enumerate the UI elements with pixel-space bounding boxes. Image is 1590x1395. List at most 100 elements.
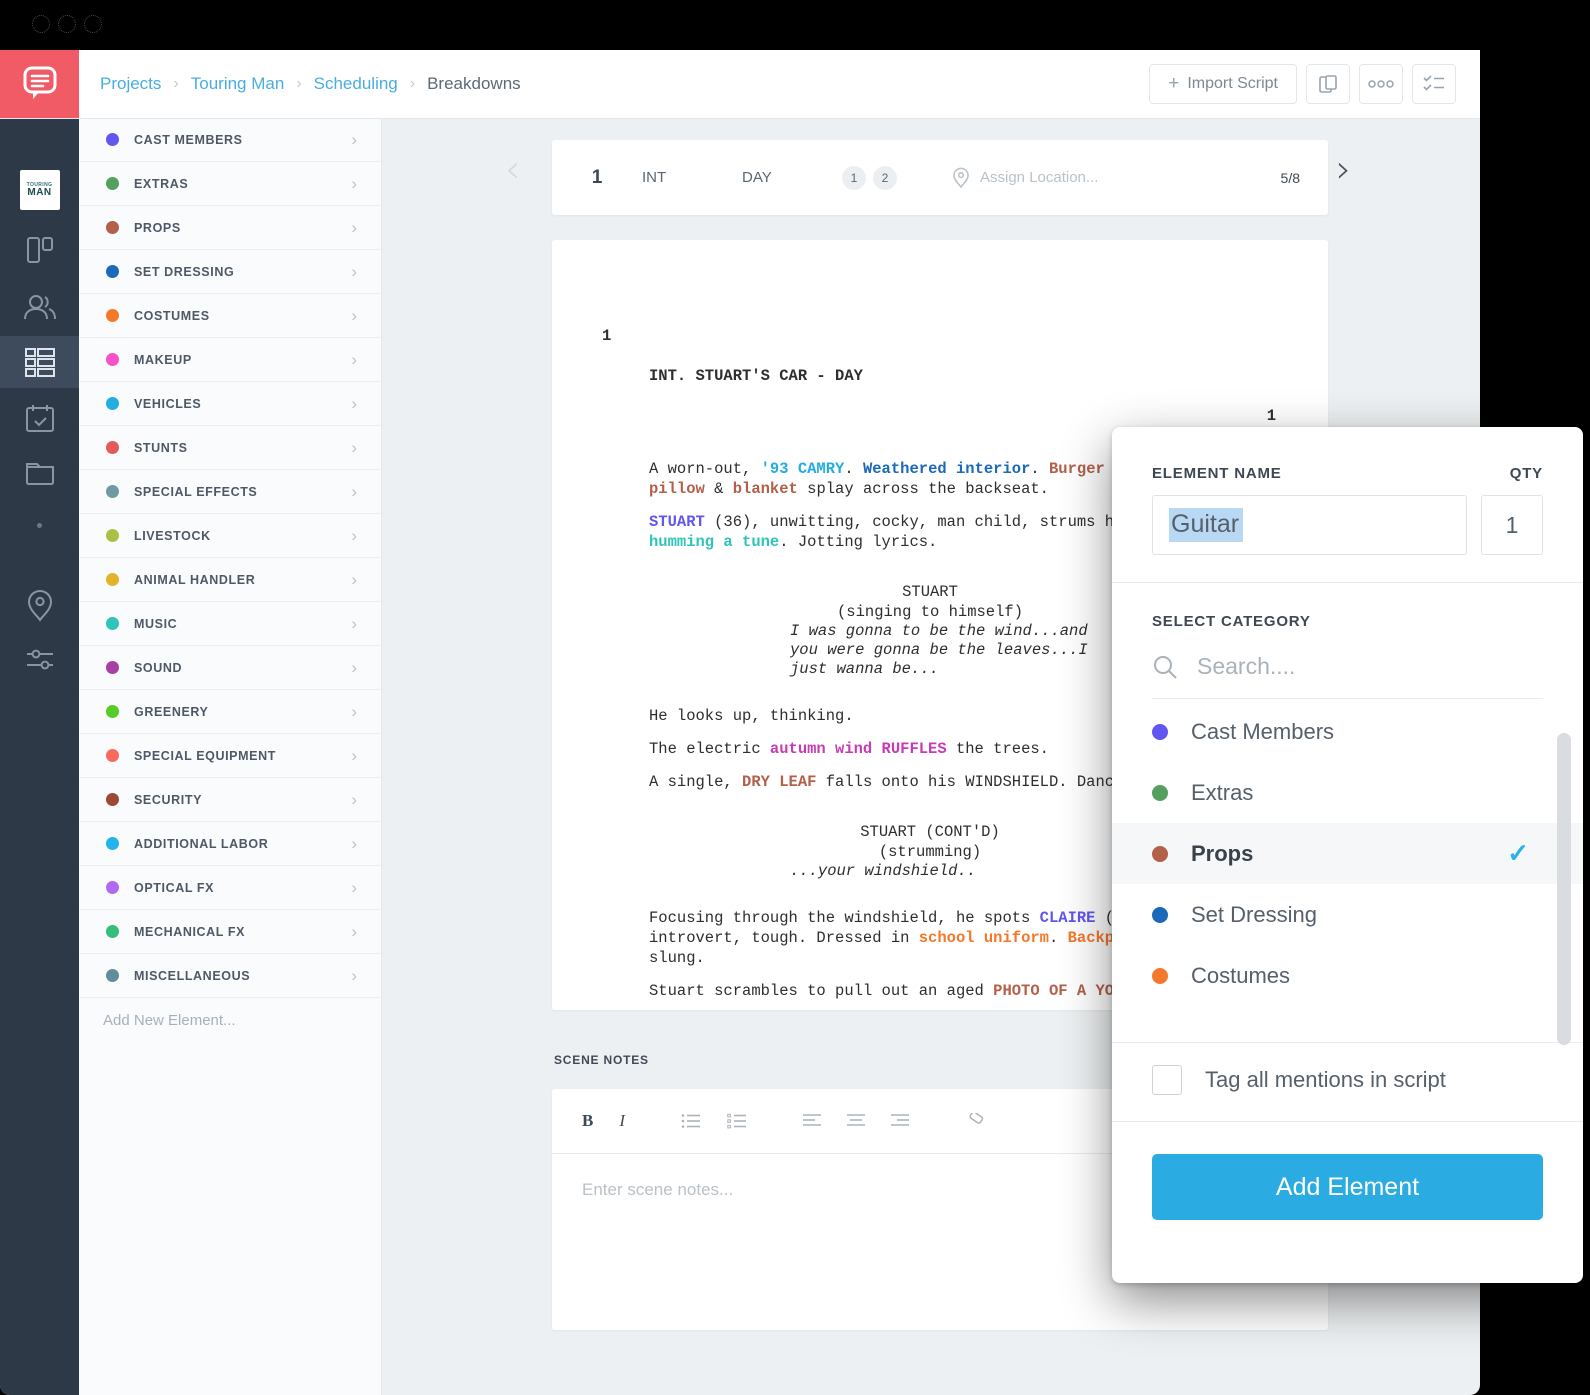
category-row[interactable]: SPECIAL EFFECTS›	[79, 470, 381, 514]
add-new-element-input[interactable]: Add New Element...	[79, 998, 381, 1029]
qty-input[interactable]: 1	[1481, 495, 1543, 555]
checklist-view-button[interactable]	[1412, 64, 1456, 104]
window-minimize-button[interactable]	[58, 15, 76, 33]
window-zoom-button[interactable]	[84, 15, 102, 33]
scene-time-of-day[interactable]: DAY	[742, 169, 842, 186]
category-row[interactable]: MECHANICAL FX›	[79, 910, 381, 954]
category-row[interactable]: VEHICLES›	[79, 382, 381, 426]
scene-page-badges: 12	[842, 166, 952, 190]
category-row[interactable]: MISCELLANEOUS›	[79, 954, 381, 998]
scene-page-badge[interactable]: 1	[842, 166, 866, 190]
category-row[interactable]: EXTRAS›	[79, 162, 381, 206]
category-color-dot	[106, 133, 119, 146]
script-text: .	[1049, 929, 1068, 947]
breadcrumb-item[interactable]: Projects	[100, 74, 161, 94]
tag-all-mentions-checkbox[interactable]	[1152, 1065, 1182, 1095]
tagged-element-set[interactable]: Weathered interior	[863, 460, 1030, 478]
project-thumbnail[interactable]: TOURING MAN	[0, 160, 79, 220]
studiobinder-logo[interactable]	[0, 50, 79, 118]
breadcrumb-separator: ›	[410, 75, 415, 93]
italic-button[interactable]: I	[619, 1111, 625, 1131]
category-label: VEHICLES	[134, 397, 351, 411]
previous-scene-button[interactable]: ‹	[505, 150, 520, 188]
element-name-input[interactable]: Guitar	[1152, 495, 1467, 555]
rail-item-breakdowns[interactable]	[0, 336, 79, 388]
category-label: COSTUMES	[134, 309, 351, 323]
script-text: A worn-out,	[649, 460, 761, 478]
category-row[interactable]: MAKEUP›	[79, 338, 381, 382]
align-right-button[interactable]	[891, 1113, 909, 1129]
category-row[interactable]: ADDITIONAL LABOR›	[79, 822, 381, 866]
breadcrumb-item[interactable]: Scheduling	[314, 74, 398, 94]
scene-heading: 1 INT. STUART'S CAR - DAY 1	[552, 306, 1328, 446]
category-row[interactable]: MUSIC›	[79, 602, 381, 646]
assign-location-placeholder: Assign Location...	[980, 169, 1098, 186]
category-row[interactable]: COSTUMES›	[79, 294, 381, 338]
rail-item-boards[interactable]	[0, 224, 79, 276]
poster-title-line2: MAN	[27, 188, 51, 198]
align-left-button[interactable]	[803, 1113, 821, 1129]
category-row[interactable]: OPTICAL FX›	[79, 866, 381, 910]
more-options-button[interactable]	[1359, 64, 1403, 104]
category-row[interactable]: CAST MEMBERS›	[79, 118, 381, 162]
popover-category-row[interactable]: Cast Members	[1112, 701, 1583, 762]
category-label: MUSIC	[134, 617, 351, 631]
breadcrumb-item[interactable]: Touring Man	[191, 74, 285, 94]
popover-category-row[interactable]: Costumes	[1112, 945, 1583, 1006]
rail-item-files[interactable]	[0, 448, 79, 500]
category-label: CAST MEMBERS	[134, 133, 351, 147]
tagged-element-costumes[interactable]: school uniform	[919, 929, 1049, 947]
popover-category-row[interactable]: Set Dressing	[1112, 884, 1583, 945]
folder-icon	[23, 460, 57, 488]
tagged-element-cast[interactable]: STUART	[649, 513, 705, 531]
rail-item-calendar[interactable]	[0, 392, 79, 444]
pages-icon	[1317, 73, 1339, 95]
category-row[interactable]: SECURITY›	[79, 778, 381, 822]
tagged-element-props[interactable]: DRY LEAF	[742, 773, 816, 791]
scene-int-ext[interactable]: INT	[642, 169, 742, 186]
script-text: ...your windshield..	[790, 862, 976, 880]
next-scene-button[interactable]: ›	[1336, 150, 1351, 188]
clear-format-button[interactable]	[965, 1113, 985, 1129]
ordered-list-button[interactable]	[681, 1113, 701, 1129]
category-row[interactable]: GREENERY›	[79, 690, 381, 734]
rail-item-locations[interactable]	[0, 580, 79, 632]
scene-page-badge[interactable]: 2	[873, 166, 897, 190]
category-color-dot	[1152, 846, 1168, 862]
tagged-element-music[interactable]: humming a tune	[649, 533, 779, 551]
category-row[interactable]: STUNTS›	[79, 426, 381, 470]
category-row[interactable]: PROPS›	[79, 206, 381, 250]
bullet-list-button[interactable]	[727, 1113, 747, 1129]
popover-category-row[interactable]: Props✓	[1112, 823, 1583, 884]
script-pages-button[interactable]	[1306, 64, 1350, 104]
category-list-scrollbar[interactable]	[1557, 733, 1571, 1045]
category-row[interactable]: LIVESTOCK›	[79, 514, 381, 558]
tagged-element-costumes[interactable]: Backp	[1068, 929, 1115, 947]
popover-category-row[interactable]: Extras	[1112, 762, 1583, 823]
window-close-button[interactable]	[32, 15, 50, 33]
tagged-element-props[interactable]: blanket	[733, 480, 798, 498]
rail-item-contacts[interactable]	[0, 281, 79, 333]
category-row[interactable]: SPECIAL EQUIPMENT›	[79, 734, 381, 778]
breadcrumb: Projects›Touring Man›Scheduling›Breakdow…	[100, 50, 521, 118]
tagged-element-props[interactable]: PHOTO OF A YO	[993, 982, 1114, 1000]
category-search-field[interactable]: Search....	[1152, 653, 1543, 699]
bold-button[interactable]: B	[582, 1111, 593, 1131]
script-text: Focusing through the windshield, he spot…	[649, 909, 1040, 927]
assign-location-field[interactable]: Assign Location...	[952, 167, 1220, 189]
import-script-button[interactable]: + Import Script	[1149, 64, 1297, 104]
script-text: falls onto his WINDSHIELD. Danc	[816, 773, 1114, 791]
tagged-element-props[interactable]: pillow	[649, 480, 705, 498]
tagged-element-sound[interactable]: autumn wind RUFFLES	[770, 740, 947, 758]
tagged-element-cast[interactable]: CLAIRE	[1040, 909, 1096, 927]
align-center-button[interactable]	[847, 1113, 865, 1129]
chevron-right-icon: ›	[351, 174, 357, 194]
tag-all-mentions-row[interactable]: Tag all mentions in script	[1112, 1065, 1583, 1095]
rail-item-settings[interactable]	[0, 634, 79, 686]
category-row[interactable]: SOUND›	[79, 646, 381, 690]
category-row[interactable]: ANIMAL HANDLER›	[79, 558, 381, 602]
ellipsis-icon	[1368, 80, 1394, 88]
category-row[interactable]: SET DRESSING›	[79, 250, 381, 294]
tagged-element-vehicles[interactable]: '93 CAMRY	[761, 460, 845, 478]
add-element-button[interactable]: Add Element	[1152, 1154, 1543, 1220]
